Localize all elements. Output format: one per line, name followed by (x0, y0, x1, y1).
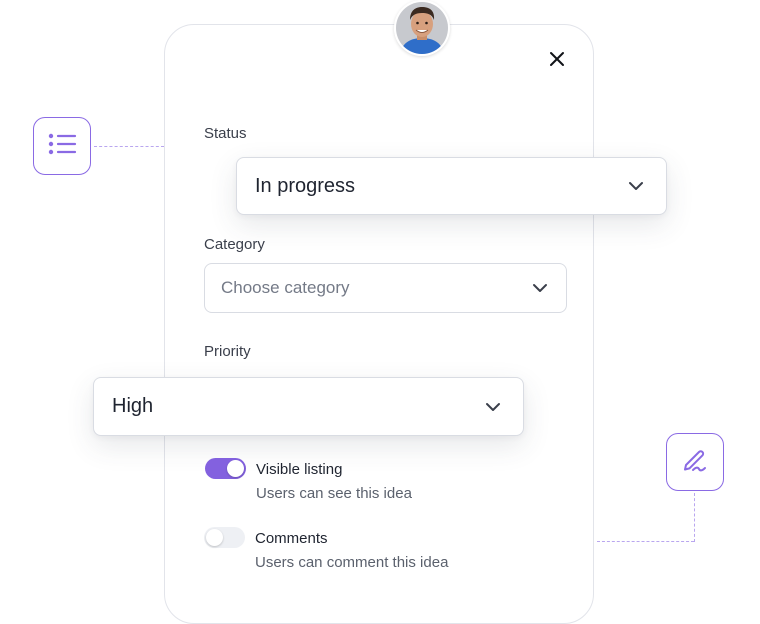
list-icon (47, 132, 77, 161)
signature-icon-button[interactable] (666, 433, 724, 491)
status-label: Status (204, 125, 247, 142)
list-icon-button[interactable] (33, 117, 91, 175)
close-icon (549, 51, 565, 72)
category-label: Category (204, 236, 265, 253)
priority-value: High (112, 395, 154, 417)
close-button[interactable] (544, 48, 570, 74)
category-placeholder: Choose category (221, 278, 350, 297)
connector-line-right-vertical (694, 493, 695, 542)
connector-line-right-horizontal (597, 541, 694, 542)
user-avatar (394, 0, 450, 56)
visible-listing-toggle[interactable] (205, 458, 246, 479)
priority-select[interactable]: High (93, 377, 524, 436)
toggle-knob (206, 529, 223, 546)
comments-description: Users can comment this idea (255, 554, 449, 571)
toggle-knob (227, 460, 244, 477)
visible-listing-description: Users can see this idea (256, 485, 412, 502)
chevron-down-icon (628, 181, 644, 191)
pen-signature-icon (680, 445, 710, 480)
status-value: In progress (255, 174, 356, 197)
chevron-down-icon (485, 402, 501, 412)
priority-label: Priority (204, 343, 251, 360)
connector-line-left (94, 146, 164, 147)
comments-toggle[interactable] (204, 527, 245, 548)
chevron-down-icon (532, 283, 548, 293)
comments-title: Comments (255, 530, 328, 547)
category-select[interactable]: Choose category (204, 263, 567, 313)
status-select[interactable]: In progress (236, 157, 667, 215)
visible-listing-title: Visible listing (256, 461, 343, 478)
